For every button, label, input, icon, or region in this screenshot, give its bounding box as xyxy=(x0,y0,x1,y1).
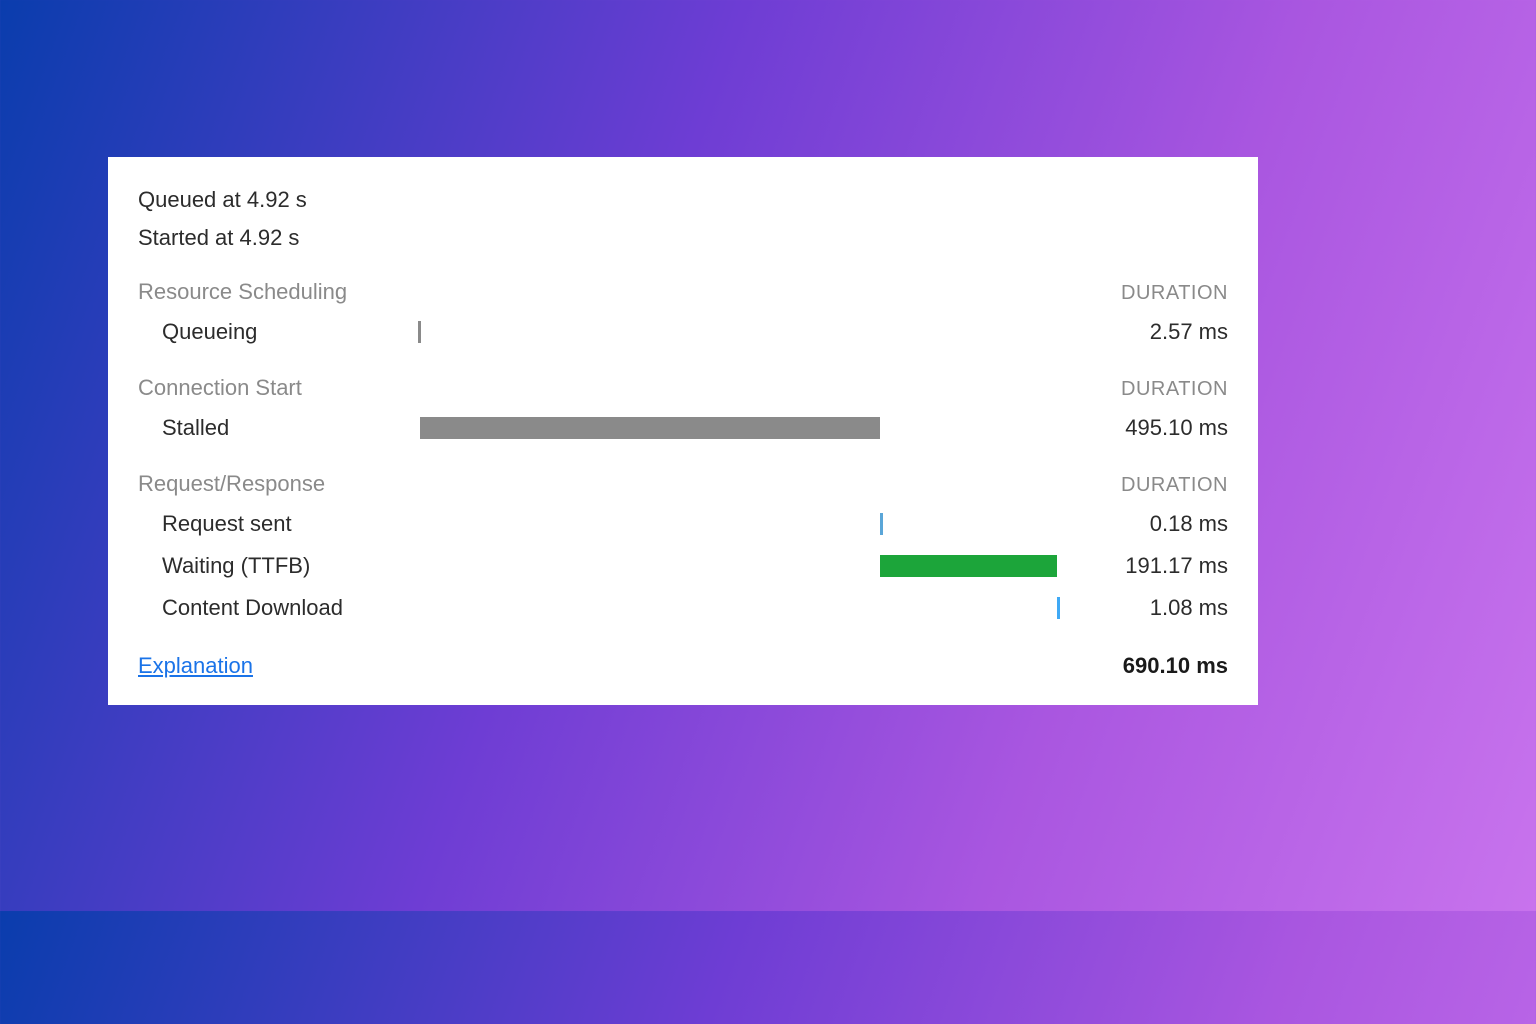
duration-header: DURATION xyxy=(1121,378,1228,401)
timing-bar-request-sent xyxy=(880,513,883,535)
row-stalled: Stalled 495.10 ms xyxy=(138,413,1228,443)
timing-bar-waiting-ttfb xyxy=(880,555,1057,577)
row-value: 0.18 ms xyxy=(1078,511,1228,537)
row-label: Request sent xyxy=(138,511,418,537)
row-label: Waiting (TTFB) xyxy=(138,553,418,579)
panel-footer: Explanation 690.10 ms xyxy=(138,653,1228,679)
section-head: Resource Scheduling DURATION xyxy=(138,279,1228,305)
section-title: Request/Response xyxy=(138,471,325,497)
row-value: 1.08 ms xyxy=(1078,595,1228,621)
duration-header: DURATION xyxy=(1121,474,1228,497)
started-at-text: Started at 4.92 s xyxy=(138,225,1228,251)
section-connection-start: Connection Start DURATION Stalled 495.10… xyxy=(138,375,1228,443)
explanation-link[interactable]: Explanation xyxy=(138,653,253,679)
timing-bar-track xyxy=(418,513,1058,535)
timing-panel: Queued at 4.92 s Started at 4.92 s Resou… xyxy=(108,157,1258,705)
timing-bar-queueing xyxy=(418,321,421,343)
timing-bar-content-download xyxy=(1057,597,1060,619)
row-label: Content Download xyxy=(138,595,418,621)
timing-bar-track xyxy=(418,417,1058,439)
row-waiting-ttfb: Waiting (TTFB) 191.17 ms xyxy=(138,551,1228,581)
row-queueing: Queueing 2.57 ms xyxy=(138,317,1228,347)
section-request-response: Request/Response DURATION Request sent 0… xyxy=(138,471,1228,623)
section-head: Connection Start DURATION xyxy=(138,375,1228,401)
row-request-sent: Request sent 0.18 ms xyxy=(138,509,1228,539)
total-duration: 690.10 ms xyxy=(1123,653,1228,679)
timing-bar-stalled xyxy=(420,417,879,439)
timing-bar-track xyxy=(418,321,1058,343)
row-value: 191.17 ms xyxy=(1078,553,1228,579)
section-title: Resource Scheduling xyxy=(138,279,347,305)
timing-bar-track xyxy=(418,597,1058,619)
section-title: Connection Start xyxy=(138,375,302,401)
section-head: Request/Response DURATION xyxy=(138,471,1228,497)
row-value: 2.57 ms xyxy=(1078,319,1228,345)
row-label: Queueing xyxy=(138,319,418,345)
row-value: 495.10 ms xyxy=(1078,415,1228,441)
row-label: Stalled xyxy=(138,415,418,441)
row-content-download: Content Download 1.08 ms xyxy=(138,593,1228,623)
duration-header: DURATION xyxy=(1121,282,1228,305)
queued-at-text: Queued at 4.92 s xyxy=(138,187,1228,213)
section-resource-scheduling: Resource Scheduling DURATION Queueing 2.… xyxy=(138,279,1228,347)
timing-bar-track xyxy=(418,555,1058,577)
